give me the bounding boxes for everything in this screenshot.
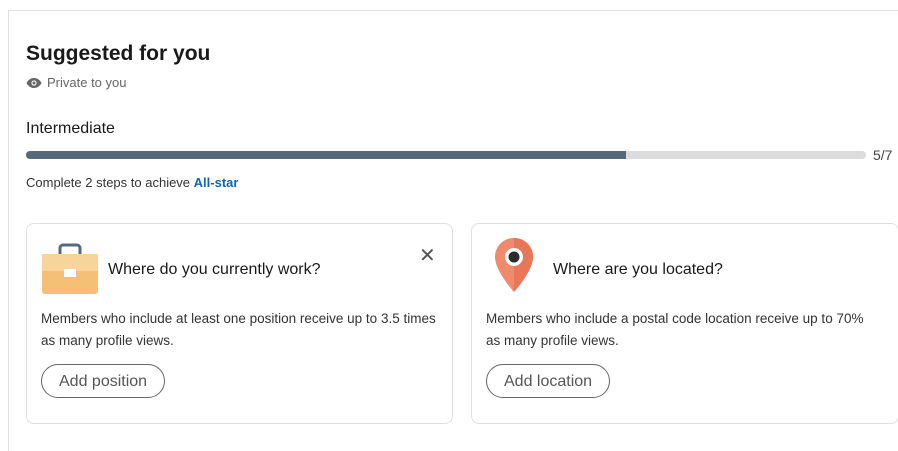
section-title: Suggested for you — [26, 42, 211, 65]
location-card: Where are you located? Members who inclu… — [471, 223, 898, 424]
progress-bar-fill — [26, 151, 626, 159]
location-card-text: Members who include a postal code locati… — [486, 311, 864, 348]
privacy-indicator: Private to you — [26, 75, 127, 90]
position-card-heading: Where do you currently work? — [108, 261, 321, 278]
map-pin-icon — [492, 236, 536, 301]
progress-count: 5/7 — [873, 147, 893, 163]
briefcase-icon — [41, 242, 99, 301]
location-card-heading: Where are you located? — [553, 261, 723, 278]
position-card-text: Members who include at least one positio… — [41, 311, 436, 348]
hint-text: Complete 2 steps to achieve — [26, 175, 194, 190]
close-icon[interactable]: ✕ — [419, 246, 436, 266]
progress-hint: Complete 2 steps to achieve All-star — [26, 175, 238, 190]
all-star-link[interactable]: All-star — [194, 175, 239, 190]
add-position-button[interactable]: Add position — [41, 364, 166, 398]
privacy-label: Private to you — [47, 75, 127, 90]
add-location-button[interactable]: Add location — [486, 364, 611, 398]
eye-icon — [26, 77, 42, 89]
position-card: Where do you currently work? ✕ Members w… — [26, 223, 453, 424]
progress-bar — [26, 151, 866, 159]
profile-level: Intermediate — [26, 120, 115, 137]
